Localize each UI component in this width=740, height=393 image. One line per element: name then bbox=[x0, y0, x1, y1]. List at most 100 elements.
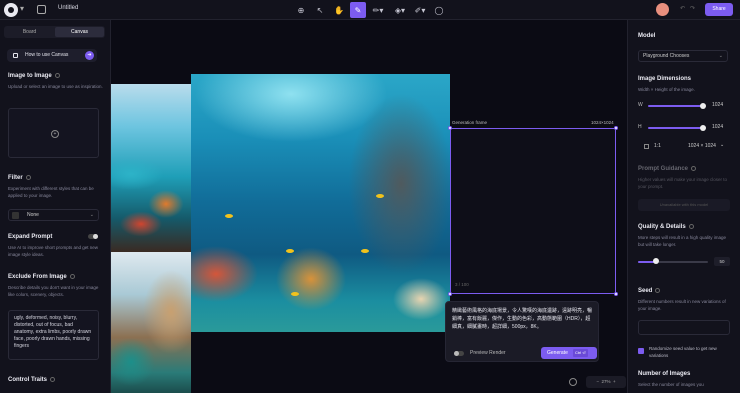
undo-icon[interactable]: ↶ bbox=[680, 5, 685, 12]
add-image-icon[interactable]: ⊕ bbox=[293, 2, 309, 18]
resize-handle[interactable] bbox=[448, 126, 452, 130]
resize-handle[interactable] bbox=[448, 292, 452, 296]
randomize-seed-checkbox[interactable] bbox=[638, 348, 644, 354]
aspect-ratio-label: 1:1 bbox=[654, 143, 661, 149]
control-traits-heading: Control Traits bbox=[8, 377, 56, 383]
generation-frame[interactable] bbox=[448, 126, 618, 296]
generation-frame-size: 1024×1024 bbox=[591, 120, 614, 125]
logo-icon[interactable] bbox=[4, 3, 18, 17]
select-icon[interactable]: ↖ bbox=[312, 2, 328, 18]
pencil-icon[interactable]: ✐▾ bbox=[411, 2, 429, 18]
comment-icon[interactable]: ◯ bbox=[431, 2, 447, 18]
resize-handle[interactable] bbox=[614, 126, 618, 130]
chevron-down-icon: ⌄ bbox=[89, 212, 94, 218]
view-tabs: Board Canvas bbox=[4, 26, 105, 38]
width-label: W bbox=[638, 102, 643, 108]
info-icon[interactable] bbox=[50, 377, 56, 382]
height-slider-handle[interactable] bbox=[700, 125, 706, 131]
quality-value[interactable]: 50 bbox=[714, 257, 730, 266]
dimensions-desc: Width × Height of the image. bbox=[638, 87, 695, 92]
fill-icon[interactable]: ◈▾ bbox=[391, 2, 409, 18]
how-to-label: How to use Canvas bbox=[25, 52, 69, 58]
arrow-right-icon: ➜ bbox=[85, 51, 94, 60]
zoom-in-icon[interactable]: + bbox=[611, 379, 616, 384]
preview-render-label: Preview Render bbox=[470, 350, 506, 356]
generate-shortcut: Ctrl ⏎ bbox=[573, 349, 588, 357]
width-slider[interactable] bbox=[648, 105, 704, 107]
quality-slider-handle[interactable] bbox=[653, 258, 660, 264]
exclude-textarea[interactable]: ugly, deformed, noisy, blurry, distorted… bbox=[8, 310, 99, 360]
share-button[interactable]: Share bbox=[705, 3, 733, 16]
edit-image-icon[interactable]: ✎ bbox=[350, 2, 366, 18]
image-upload-area[interactable]: + bbox=[8, 108, 99, 158]
seed-desc: Different numbers result in new variatio… bbox=[638, 299, 726, 311]
generation-frame-label: Generation frame bbox=[452, 120, 488, 125]
aspect-ratio-icon bbox=[644, 144, 649, 149]
info-icon[interactable] bbox=[54, 73, 60, 78]
image-to-image-heading: Image to Image bbox=[8, 73, 60, 79]
document-title[interactable]: Untitled bbox=[58, 5, 78, 11]
underwater-ruins-image[interactable] bbox=[191, 74, 450, 332]
prompt-guidance-disabled: Unavailable with this model bbox=[638, 199, 730, 211]
sidebar-toggle-icon[interactable] bbox=[37, 5, 46, 14]
height-slider[interactable] bbox=[648, 127, 704, 129]
quality-desc: More steps will result in a high quality… bbox=[638, 235, 727, 247]
prompt-text[interactable]: 精緻藝術風格的海底場景，令人驚嘆的海底遺跡，遠跡明亮，暢銷棒，富有飯麗，傑作，生… bbox=[452, 307, 594, 331]
left-panel: Board Canvas How to use Canvas ➜ Image t… bbox=[0, 20, 111, 393]
preview-render-toggle[interactable] bbox=[454, 351, 464, 356]
generate-button[interactable]: Generate Ctrl ⏎ bbox=[541, 347, 597, 359]
brush-icon[interactable]: ✏▾ bbox=[369, 2, 387, 18]
expand-prompt-toggle[interactable] bbox=[88, 234, 98, 239]
width-slider-handle[interactable] bbox=[700, 103, 706, 109]
randomize-seed-label: Randomize seed value to get new variatio… bbox=[649, 346, 717, 358]
recenter-icon[interactable] bbox=[569, 378, 577, 386]
width-value[interactable]: 1024 bbox=[712, 102, 723, 108]
quality-slider[interactable] bbox=[638, 261, 708, 263]
chevron-down-icon[interactable]: ▾ bbox=[20, 4, 24, 13]
fish bbox=[286, 249, 294, 253]
tab-canvas[interactable]: Canvas bbox=[55, 27, 104, 37]
tab-board[interactable]: Board bbox=[5, 27, 54, 37]
right-panel: Model Playground Chooses ⌄ Image Dimensi… bbox=[627, 20, 740, 393]
filter-heading: Filter bbox=[8, 175, 31, 181]
fish bbox=[225, 214, 233, 218]
resize-handle[interactable] bbox=[614, 292, 618, 296]
exclude-heading: Exclude From Image bbox=[8, 274, 75, 280]
redo-icon[interactable]: ↷ bbox=[690, 5, 695, 12]
filter-select[interactable]: None ⌄ bbox=[8, 209, 99, 221]
info-icon[interactable] bbox=[691, 166, 697, 171]
height-label: H bbox=[638, 124, 642, 130]
model-heading: Model bbox=[638, 33, 656, 39]
aspect-ratio-size: 1024 × 1024 bbox=[688, 143, 716, 149]
quality-heading: Quality & Details bbox=[638, 224, 694, 230]
filter-value: None bbox=[27, 212, 39, 218]
dimensions-heading: Image Dimensions bbox=[638, 76, 692, 82]
prompt-guidance-desc: Higher values will make your image close… bbox=[638, 177, 728, 189]
fish bbox=[291, 292, 299, 296]
coast-image-bottom[interactable] bbox=[111, 252, 191, 393]
filter-thumbnail bbox=[12, 212, 19, 219]
fish bbox=[376, 194, 384, 198]
model-value: Playground Chooses bbox=[643, 53, 690, 59]
num-images-desc: Select the number of images you bbox=[638, 382, 704, 387]
avatar[interactable] bbox=[656, 3, 669, 16]
info-icon[interactable] bbox=[69, 274, 75, 279]
info-icon[interactable] bbox=[688, 224, 694, 229]
prompt-char-counter: 3 / 100 bbox=[455, 282, 469, 287]
exclude-desc: Describe details you don't want in your … bbox=[8, 285, 99, 297]
info-icon[interactable] bbox=[25, 175, 31, 180]
canvas-icon bbox=[13, 53, 18, 58]
info-icon[interactable] bbox=[655, 288, 661, 293]
reef-image-top[interactable] bbox=[111, 84, 191, 252]
chevron-down-icon: ⌄ bbox=[720, 142, 725, 148]
model-select[interactable]: Playground Chooses ⌄ bbox=[638, 50, 728, 62]
canvas-area[interactable]: Generation frame 1024×1024 3 / 100 精緻藝術風… bbox=[111, 20, 627, 393]
height-value[interactable]: 1024 bbox=[712, 124, 723, 130]
image-to-image-desc: Upload or select an image to use as insp… bbox=[8, 84, 103, 89]
zoom-control[interactable]: − 27% + bbox=[586, 376, 626, 388]
how-to-use-canvas-button[interactable]: How to use Canvas ➜ bbox=[7, 49, 97, 62]
hand-icon[interactable]: ✋ bbox=[331, 2, 347, 18]
aspect-ratio-select[interactable]: 1:1 1024 × 1024 ⌄ bbox=[638, 142, 728, 152]
expand-prompt-heading: Expand Prompt bbox=[8, 234, 53, 240]
seed-input[interactable] bbox=[638, 320, 730, 335]
